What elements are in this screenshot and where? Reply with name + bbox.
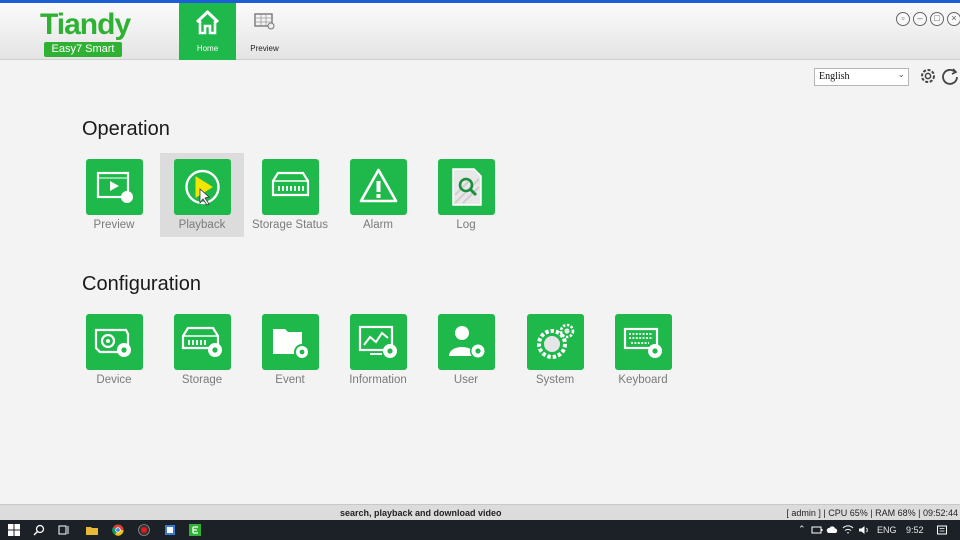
tile-keyboard[interactable]: Keyboard (601, 308, 685, 392)
language-value: English (819, 71, 850, 82)
tile-event-box (262, 314, 319, 370)
main-content: English ⌄ Operation Preview Playback Sto… (0, 60, 960, 504)
tile-user-box (438, 314, 495, 370)
nav-tab-preview[interactable]: Preview (236, 3, 293, 60)
tile-keyboard-box (615, 314, 672, 370)
information-icon (358, 325, 397, 358)
playback-icon (185, 169, 220, 206)
tile-preview-box (86, 159, 143, 215)
nav-tab-home[interactable]: Home (179, 3, 236, 60)
storage-icon (181, 326, 222, 357)
tile-storage-status[interactable]: Storage Status (248, 153, 332, 237)
status-message: search, playback and download video (340, 508, 502, 518)
log-icon (452, 168, 482, 206)
tile-device-box (86, 314, 143, 370)
logo-product: Easy7 Smart (44, 42, 122, 57)
file-explorer-icon[interactable] (86, 524, 98, 536)
notification-icon[interactable] (936, 524, 948, 536)
restore-icon[interactable]: □ (930, 12, 944, 26)
taskbar-language[interactable]: ENG (877, 525, 897, 535)
chrome-icon[interactable] (112, 524, 124, 536)
tiandy-logo: Tiandy Easy7 Smart (38, 8, 148, 58)
preview-icon (96, 171, 133, 203)
nav-tab-home-label: Home (196, 44, 219, 53)
search-icon[interactable] (33, 524, 45, 536)
close-icon[interactable]: × (947, 12, 960, 26)
user-icon (449, 326, 486, 359)
alarm-icon (359, 168, 398, 203)
chevron-down-icon: ⌄ (897, 69, 905, 79)
device-icon (94, 328, 131, 357)
operation-title: Operation (82, 118, 170, 140)
tile-system[interactable]: System (513, 308, 597, 392)
gear-icon[interactable] (918, 66, 938, 86)
tile-information-box (350, 314, 407, 370)
language-select[interactable]: English ⌄ (814, 68, 909, 86)
tile-playback[interactable]: Playback (160, 153, 244, 237)
tile-alarm[interactable]: Alarm (336, 153, 420, 237)
window-app-icon[interactable] (164, 524, 176, 536)
system-status: [ admin ] | CPU 65% | RAM 68% | 09:52:44 (786, 508, 958, 518)
windows-start-icon[interactable] (8, 524, 20, 536)
tile-device[interactable]: Device (72, 308, 156, 392)
tile-label: Log (456, 219, 476, 231)
tile-system-box (527, 314, 584, 370)
storage-status-icon (271, 171, 310, 197)
record-app-icon[interactable] (138, 524, 150, 536)
configuration-title: Configuration (82, 273, 201, 295)
system-icon (537, 323, 575, 359)
wifi-icon[interactable] (842, 524, 854, 536)
tile-event[interactable]: Event (248, 308, 332, 392)
easy7-app-icon[interactable] (189, 524, 201, 536)
preview-grid-icon (254, 13, 275, 30)
keyboard-icon (623, 327, 662, 358)
taskbar-clock[interactable]: 9:52 (906, 525, 924, 535)
tile-information[interactable]: Information (336, 308, 420, 392)
windows-taskbar: ⌃ ENG 9:52 (0, 520, 960, 540)
tile-user[interactable]: User (424, 308, 508, 392)
cloud-icon[interactable] (826, 524, 838, 536)
home-icon (195, 10, 220, 35)
minimize-icon[interactable]: – (913, 12, 927, 26)
logo-brand: Tiandy (40, 8, 131, 41)
tile-storage-status-box (262, 159, 319, 215)
app-header: Tiandy Easy7 Smart Home Preview ▫ – □ × (0, 0, 960, 60)
tile-alarm-box (350, 159, 407, 215)
battery-icon[interactable] (811, 524, 823, 536)
tile-log[interactable]: Log (424, 153, 508, 237)
event-icon (273, 329, 310, 360)
chevron-up-icon[interactable]: ⌃ (798, 524, 810, 536)
tile-playback-box (174, 159, 231, 215)
tile-label: Keyboard (618, 374, 668, 386)
lock-icon[interactable]: ▫ (896, 12, 910, 26)
task-view-icon[interactable] (58, 524, 70, 536)
status-bar: search, playback and download video [ ad… (0, 504, 960, 520)
tile-log-box (438, 159, 495, 215)
tile-preview[interactable]: Preview (72, 153, 156, 237)
nav-tab-preview-label: Preview (250, 44, 279, 53)
tile-storage-box (174, 314, 231, 370)
refresh-icon[interactable] (940, 66, 960, 86)
tile-storage[interactable]: Storage (160, 308, 244, 392)
volume-icon[interactable] (858, 524, 870, 536)
